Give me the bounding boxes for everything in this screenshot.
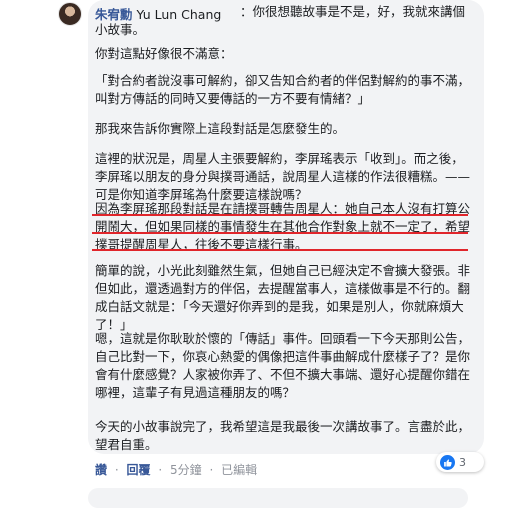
reply-link[interactable]: 回覆 xyxy=(127,463,151,477)
timestamp-link[interactable]: 5分鐘 xyxy=(170,463,202,477)
separator-dot: · xyxy=(158,463,163,477)
separator-dot: · xyxy=(209,463,214,477)
paragraph-6: 簡單的說，小光此刻雖然生氣，但她自己已經決定不會擴大發張。非但如此，還透過對方的… xyxy=(95,263,471,332)
paragraph-4: 這裡的狀況是，周星人主張要解約，李屏瑤表示「收到」。而之後，李屏瑤以朋友的身分與… xyxy=(95,151,471,202)
highlight-underline-1 xyxy=(92,214,468,216)
paragraph-1: 你對這點好像很不滿意： xyxy=(95,46,233,61)
comment-intro-text: ：你很想聽故事是不是，好，我就來講個小故事。 xyxy=(95,4,466,37)
comment-actions: 讚 · 回覆 · 5分鐘 · 已編輯 xyxy=(95,461,257,478)
highlight-underline-2 xyxy=(92,232,468,234)
commenter-avatar[interactable] xyxy=(58,2,82,26)
edited-label[interactable]: 已編輯 xyxy=(221,463,257,477)
paragraph-8: 今天的小故事說完了，我希望這是我最後一次講故事了。言盡於此，望君自重。 xyxy=(95,419,471,452)
paragraph-7: 嗯，這就是你耿耿於懷的「傳話」事件。回頭看一下今天那則公告，自己比對一下，你哀心… xyxy=(95,331,471,400)
highlight-underline-3 xyxy=(92,249,468,251)
separator-dot: · xyxy=(114,463,119,477)
reaction-summary[interactable]: 3 xyxy=(436,452,484,472)
like-link[interactable]: 讚 xyxy=(95,463,107,477)
like-thumb-icon xyxy=(440,454,455,470)
paragraph-5-highlighted: 因為李屏瑤那段對話是在請撲哥轉告周星人：她自己本人沒有打算公開鬧大，但如果同樣的… xyxy=(95,201,471,252)
paragraph-3: 那我來告訴你實際上這段對話是怎麼發生的。 xyxy=(95,121,346,136)
next-comment-bubble xyxy=(88,488,468,508)
paragraph-2: 「對合約者說沒事可解約，卻又告知合約者的伴侶對解約的事不滿，叫對方傳話的同時又要… xyxy=(95,73,471,106)
reaction-count: 3 xyxy=(459,455,466,469)
